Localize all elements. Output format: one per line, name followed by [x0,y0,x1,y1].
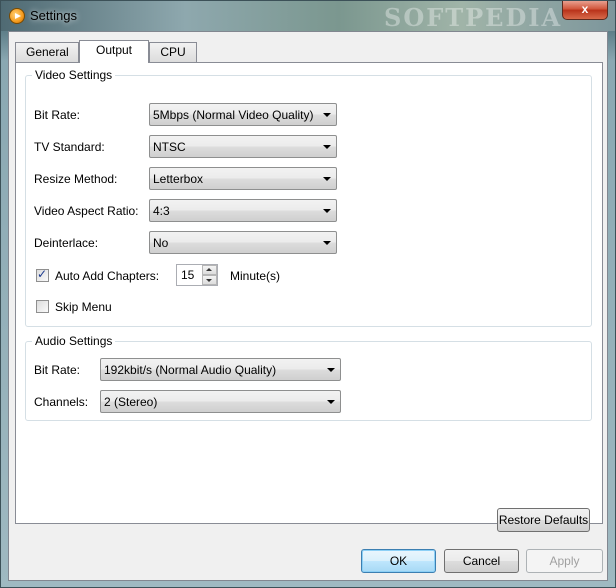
audio-bit-rate-value: 192kbit/s (Normal Audio Quality) [104,363,277,377]
channels-value: 2 (Stereo) [104,395,158,409]
video-settings-title: Video Settings [32,68,116,82]
resize-method-value: Letterbox [153,172,204,186]
skip-menu-label: Skip Menu [55,300,112,314]
ok-button[interactable]: OK [361,549,436,573]
deinterlace-dropdown[interactable]: No [149,231,337,254]
tab-cpu[interactable]: CPU [149,42,197,62]
chevron-down-icon [327,368,335,372]
spin-down-arrow-icon[interactable] [202,275,217,285]
video-bit-rate-dropdown[interactable]: 5Mbps (Normal Video Quality) [149,103,337,126]
resize-method-dropdown[interactable]: Letterbox [149,167,337,190]
restore-defaults-button-main[interactable]: Restore Defaults [497,508,590,532]
video-bit-rate-value: 5Mbps (Normal Video Quality) [153,108,314,122]
dialog-client-area: General Output CPU Video Settings Bit Ra… [8,31,608,581]
chevron-down-icon [323,177,331,181]
auto-chapters-spinner[interactable]: 15 [176,264,218,286]
chevron-down-icon [323,209,331,213]
aspect-ratio-value: 4:3 [153,204,170,218]
channels-dropdown[interactable]: 2 (Stereo) [100,390,341,413]
chevron-down-icon [323,241,331,245]
auto-chapters-checkbox[interactable]: ✓ [36,267,49,282]
chevron-down-icon [323,113,331,117]
deinterlace-value: No [153,236,169,250]
checkmark-icon: ✓ [37,267,48,281]
channels-label: Channels: [34,395,89,409]
title-bar[interactable]: Settings SOFTPEDIA x [1,1,615,32]
aspect-ratio-label: Video Aspect Ratio: [34,204,139,218]
resize-method-label: Resize Method: [34,172,118,186]
window-title: Settings [30,8,77,23]
aspect-ratio-dropdown[interactable]: 4:3 [149,199,337,222]
close-button[interactable]: x [562,1,608,20]
auto-chapters-unit: Minute(s) [230,269,281,283]
chevron-down-icon [323,145,331,149]
apply-button[interactable]: Apply [526,549,603,573]
tv-standard-value: NTSC [153,140,186,154]
skip-menu-checkbox[interactable] [36,300,49,313]
tab-output[interactable]: Output [79,40,149,63]
deinterlace-label: Deinterlace: [34,236,99,250]
audio-bit-rate-label: Bit Rate: [34,363,81,377]
audio-settings-group: Audio Settings Bit Rate: 192kbit/s (Norm… [25,334,592,421]
tv-standard-label: TV Standard: [34,140,105,154]
chevron-down-icon [327,400,335,404]
output-tab-panel: Video Settings Bit Rate: 5Mbps (Normal V… [15,62,603,524]
tv-standard-dropdown[interactable]: NTSC [149,135,337,158]
auto-chapters-label: Auto Add Chapters: [55,269,160,283]
audio-bit-rate-dropdown[interactable]: 192kbit/s (Normal Audio Quality) [100,358,341,381]
tab-general[interactable]: General [15,42,79,62]
video-settings-group: Video Settings Bit Rate: 5Mbps (Normal V… [25,68,592,327]
audio-settings-title: Audio Settings [32,334,116,348]
cancel-button[interactable]: Cancel [444,549,519,573]
video-bit-rate-label: Bit Rate: [34,108,81,122]
auto-chapters-value: 15 [181,268,195,282]
app-icon [9,8,25,24]
spin-up-arrow-icon[interactable] [202,265,217,275]
settings-window: Settings SOFTPEDIA x General Output CPU … [0,0,616,588]
watermark-text: SOFTPEDIA [384,3,563,32]
